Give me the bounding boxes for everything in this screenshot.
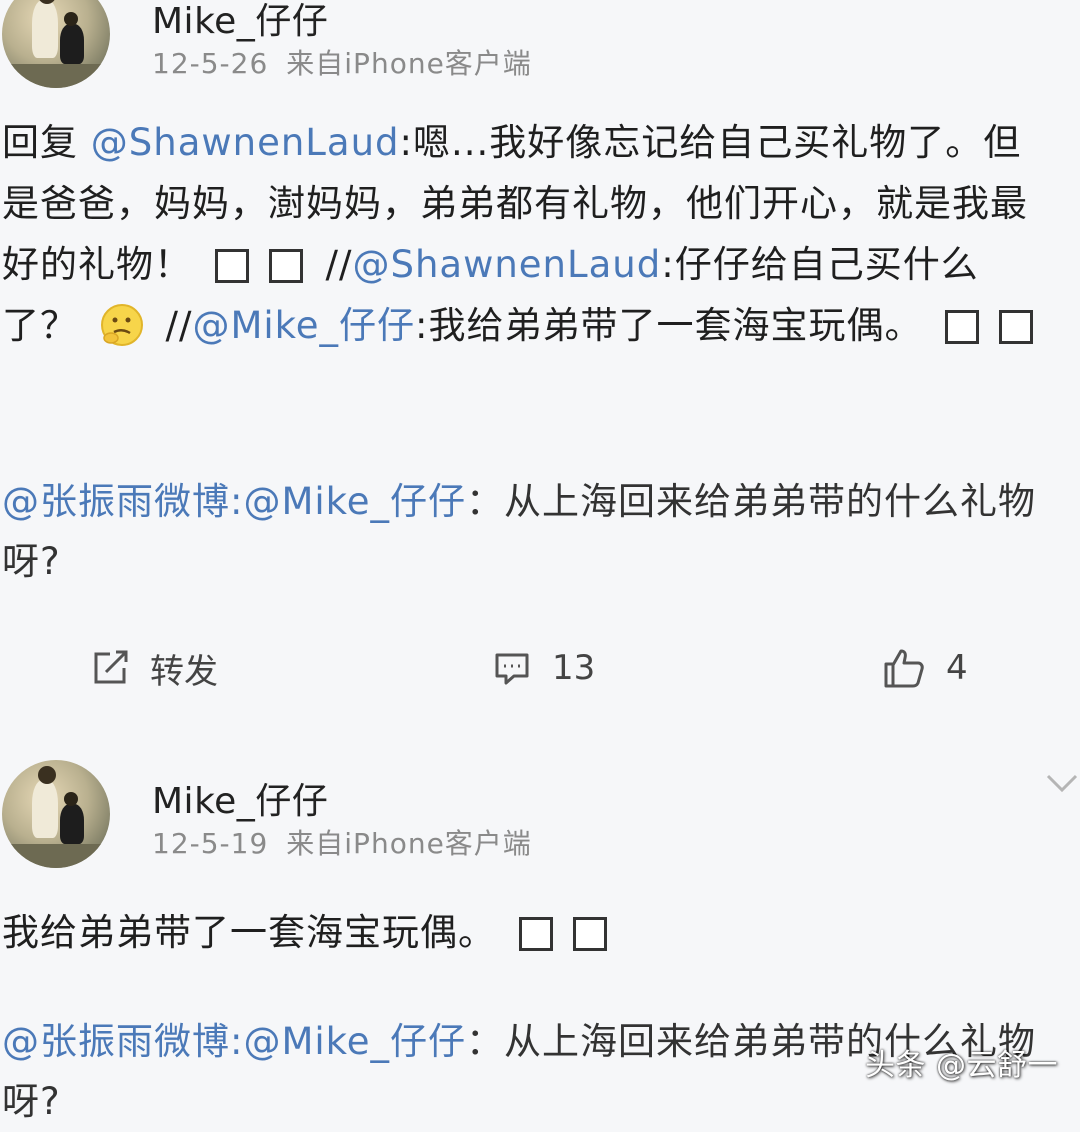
mention-link[interactable]: @Mike_仔仔 (192, 304, 415, 347)
weibo-post: Mike_仔仔 12-5-19 来自iPhone客户端 我给弟弟带了一套海宝玩偶。… (0, 740, 1080, 1123)
quote-author[interactable]: @张振雨微博 (2, 480, 230, 523)
post-username[interactable]: Mike_仔仔 (152, 0, 328, 44)
thinking-emoji-icon (100, 304, 143, 346)
emoticon-placeholder-icon (214, 249, 249, 283)
repost-icon (94, 650, 128, 684)
quote-author[interactable]: @张振雨微博 (2, 1020, 230, 1063)
post-date: 12-5-19 (152, 827, 269, 860)
post-source: 来自iPhone客户端 (286, 827, 532, 860)
comment-count: 13 (552, 648, 596, 688)
mention-link[interactable]: @ShawnenLaud (352, 243, 661, 286)
quote-mention[interactable]: :@Mike_仔仔 (230, 480, 466, 523)
post-body: 我给弟弟带了一套海宝玩偶。 (2, 902, 1054, 963)
post-header: Mike_仔仔 12-5-19 来自iPhone客户端 (0, 740, 1080, 870)
separator: // (165, 304, 193, 347)
like-count: 4 (946, 648, 968, 688)
post-meta: 12-5-19 来自iPhone客户端 (152, 822, 532, 862)
repost-label: 转发 (150, 651, 218, 692)
body-text: 我给弟弟带了一套海宝玩偶。 (2, 911, 496, 954)
emoticon-placeholder-icon (518, 917, 553, 951)
post-date: 12-5-26 (152, 47, 269, 80)
post-header: Mike_仔仔 12-5-26 来自iPhone客户端 (0, 0, 1080, 90)
emoticon-placeholder-icon (945, 310, 980, 344)
watermark: 头条 @云舒一 (864, 1048, 1058, 1083)
mention-link[interactable]: @ShawnenLaud (91, 121, 400, 164)
post-body: 回复 @ShawnenLaud:嗯...我好像忘记给自己买礼物了。但是爸爸，妈妈… (2, 112, 1054, 356)
comment-button[interactable]: 13 (492, 638, 595, 698)
separator: // (312, 243, 353, 286)
post-meta: 12-5-26 来自iPhone客户端 (152, 42, 532, 82)
weibo-post: Mike_仔仔 12-5-26 来自iPhone客户端 回复 @ShawnenLa… (0, 0, 1080, 692)
body-text: :我给弟弟带了一套海宝玩偶。 (415, 304, 923, 347)
reply-prefix: 回复 (2, 121, 78, 164)
avatar[interactable] (2, 760, 110, 868)
quote-mention[interactable]: :@Mike_仔仔 (230, 1020, 466, 1063)
avatar[interactable] (2, 0, 110, 88)
post-username[interactable]: Mike_仔仔 (152, 772, 328, 824)
like-button[interactable]: 4 (882, 638, 968, 698)
comment-icon (495, 653, 529, 685)
post-actions: 转发 13 4 (0, 638, 1080, 698)
quoted-post[interactable]: @张振雨微博:@Mike_仔仔：从上海回来给弟弟带的什么礼物呀? (2, 472, 1074, 592)
emoticon-placeholder-icon (268, 249, 303, 283)
post-source: 来自iPhone客户端 (286, 47, 532, 80)
thumbs-up-icon (884, 649, 924, 688)
repost-button[interactable]: 转发 (90, 638, 218, 698)
emoticon-placeholder-icon (572, 917, 607, 951)
emoticon-placeholder-icon (999, 310, 1034, 344)
